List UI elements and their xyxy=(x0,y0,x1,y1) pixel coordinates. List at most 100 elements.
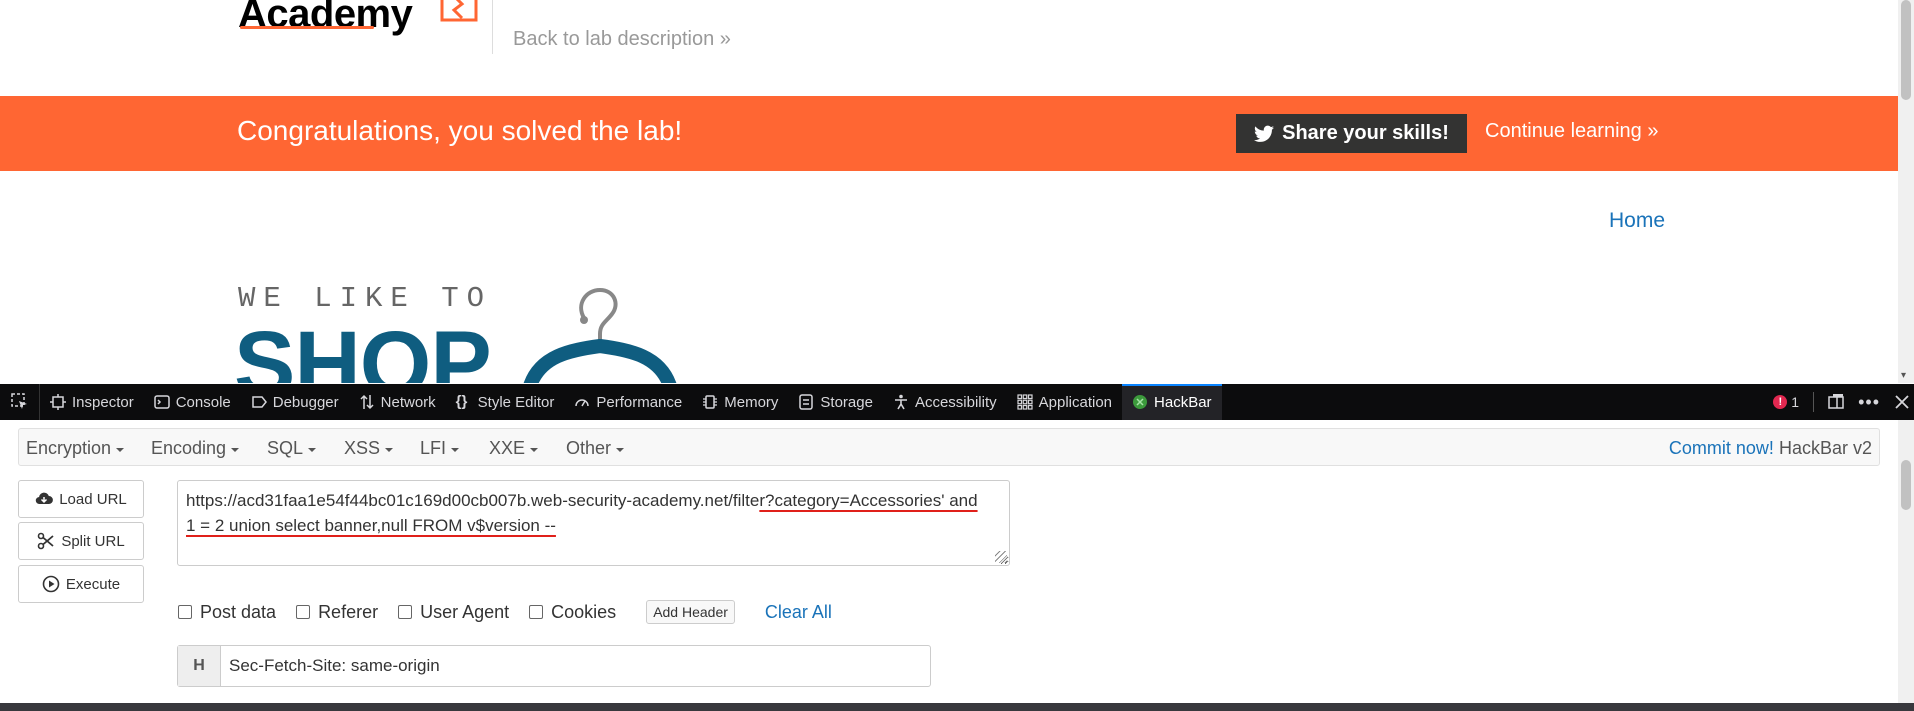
hackbar-scrollbar[interactable] xyxy=(1898,420,1914,703)
close-icon[interactable] xyxy=(1894,394,1910,410)
play-circle-icon xyxy=(42,575,60,593)
checkbox[interactable] xyxy=(398,605,413,619)
tab-application[interactable]: Application xyxy=(1007,384,1122,420)
menu-label: LFI xyxy=(420,438,447,458)
back-to-lab-link[interactable]: Back to lab description » xyxy=(513,28,731,51)
page-scrollbar[interactable]: ▾ xyxy=(1898,0,1914,383)
url-text-underlined-2: 1 = 2 union select banner,null FROM v$ve… xyxy=(186,516,556,535)
scroll-down-arrow-icon[interactable]: ▾ xyxy=(1901,370,1906,381)
tab-label: HackBar xyxy=(1154,393,1212,411)
menu-encryption[interactable]: Encryption xyxy=(26,438,125,459)
home-link[interactable]: Home xyxy=(1609,209,1665,233)
menu-sql[interactable]: SQL xyxy=(267,438,317,459)
bottom-edge xyxy=(0,703,1914,711)
debugger-icon xyxy=(252,396,267,408)
option-post-data[interactable]: Post data xyxy=(178,602,276,623)
tab-performance[interactable]: Performance xyxy=(564,384,692,420)
menu-xss[interactable]: XSS xyxy=(344,438,394,459)
caret-down-icon xyxy=(308,447,317,452)
checkbox[interactable] xyxy=(178,605,192,619)
checkbox[interactable] xyxy=(296,605,311,619)
page-scroll-thumb[interactable] xyxy=(1901,0,1911,100)
devtools-toolbar: Inspector Console Debugger Network {} Sty… xyxy=(0,384,1914,420)
error-icon: ! xyxy=(1773,395,1788,409)
option-label: Post data xyxy=(200,601,277,622)
header-input-row: H Sec-Fetch-Site: same-origin xyxy=(177,645,931,687)
devtools-tabs: Inspector Console Debugger Network {} Sty… xyxy=(40,384,1222,420)
resize-grip-icon[interactable] xyxy=(995,551,1007,563)
menu-label: Encryption xyxy=(26,438,112,458)
tab-label: Style Editor xyxy=(477,393,555,411)
dock-side-icon[interactable] xyxy=(1828,394,1844,410)
share-skills-button[interactable]: Share your skills! xyxy=(1236,114,1467,153)
tab-label: Performance xyxy=(596,393,683,411)
clear-all-link[interactable]: Clear All xyxy=(765,602,832,623)
execute-button[interactable]: Execute xyxy=(18,565,144,603)
menu-xxe[interactable]: XXE xyxy=(489,438,539,459)
element-picker-button[interactable] xyxy=(0,384,40,420)
caret-down-icon xyxy=(451,447,460,452)
more-options-icon[interactable]: ••• xyxy=(1858,392,1880,413)
url-textarea[interactable]: https://acd31faa1e54f44bc01c169d00cb007b… xyxy=(177,480,1010,566)
option-cookies[interactable]: Cookies xyxy=(529,602,616,623)
option-referer[interactable]: Referer xyxy=(296,602,378,623)
tab-console[interactable]: Console xyxy=(144,384,241,420)
hackbar-menubar: Encryption Encoding SQL XSS LFI XXE Othe… xyxy=(18,428,1880,466)
network-icon xyxy=(360,394,374,410)
hackbar-scroll-thumb[interactable] xyxy=(1901,460,1911,510)
header-divider xyxy=(492,0,493,54)
tab-label: Debugger xyxy=(272,393,339,411)
hanger-icon xyxy=(523,287,677,383)
tab-style-editor[interactable]: {} Style Editor xyxy=(446,384,565,420)
storage-icon xyxy=(799,394,814,410)
option-user-agent[interactable]: User Agent xyxy=(398,602,509,623)
caret-down-icon xyxy=(231,447,240,452)
option-label: User Agent xyxy=(420,601,510,622)
commit-area: Commit now! HackBar v2 xyxy=(1669,438,1872,459)
menu-other[interactable]: Other xyxy=(566,438,625,459)
banner-message: Congratulations, you solved the lab! xyxy=(237,115,683,146)
tab-inspector[interactable]: Inspector xyxy=(40,384,144,420)
header-value-input[interactable]: Sec-Fetch-Site: same-origin xyxy=(221,646,448,686)
add-header-button[interactable]: Add Header xyxy=(646,600,735,624)
caret-down-icon xyxy=(385,447,394,452)
menu-label: Other xyxy=(566,438,612,458)
continue-learning-link[interactable]: Continue learning » xyxy=(1485,120,1658,143)
menu-lfi[interactable]: LFI xyxy=(420,438,460,459)
request-options: Post data Referer User Agent Cookies Add… xyxy=(178,600,832,624)
shop-tagline: WE LIKE TO xyxy=(238,282,493,315)
share-button-label: Share your skills! xyxy=(1282,122,1449,144)
tab-storage[interactable]: Storage xyxy=(788,384,883,420)
menu-label: XXE xyxy=(489,438,526,458)
load-url-label: Load URL xyxy=(59,490,127,508)
logo-underline xyxy=(240,26,375,29)
split-url-button[interactable]: Split URL xyxy=(18,522,144,560)
tab-debugger[interactable]: Debugger xyxy=(241,384,349,420)
element-picker-icon xyxy=(10,393,27,409)
performance-icon xyxy=(575,399,590,407)
caret-down-icon xyxy=(530,447,539,452)
accessibility-icon xyxy=(894,394,907,410)
tab-label: Inspector xyxy=(72,393,134,411)
option-label: Cookies xyxy=(551,601,617,622)
logo-bolt-icon xyxy=(440,0,478,22)
checkbox[interactable] xyxy=(529,605,544,619)
load-url-button[interactable]: Load URL xyxy=(18,480,144,518)
tab-accessibility[interactable]: Accessibility xyxy=(883,384,1007,420)
error-count-badge[interactable]: ! 1 xyxy=(1773,394,1799,410)
tab-memory[interactable]: Memory xyxy=(692,384,788,420)
url-line-1: https://acd31faa1e54f44bc01c169d00cb007b… xyxy=(186,488,1001,513)
memory-icon xyxy=(703,395,718,409)
tab-network[interactable]: Network xyxy=(349,384,446,420)
menu-label: Encoding xyxy=(151,438,227,458)
academy-logo[interactable]: Academy xyxy=(238,0,478,37)
hackbar-version: HackBar v2 xyxy=(1778,438,1872,458)
console-icon xyxy=(153,395,170,409)
style-editor-icon: {} xyxy=(455,393,468,410)
split-url-label: Split URL xyxy=(61,532,125,550)
tab-label: Console xyxy=(175,393,231,411)
menu-encoding[interactable]: Encoding xyxy=(151,438,240,459)
tab-hackbar[interactable]: HackBar xyxy=(1122,384,1222,420)
commit-now-link[interactable]: Commit now! xyxy=(1669,438,1774,458)
execute-label: Execute xyxy=(65,575,121,593)
